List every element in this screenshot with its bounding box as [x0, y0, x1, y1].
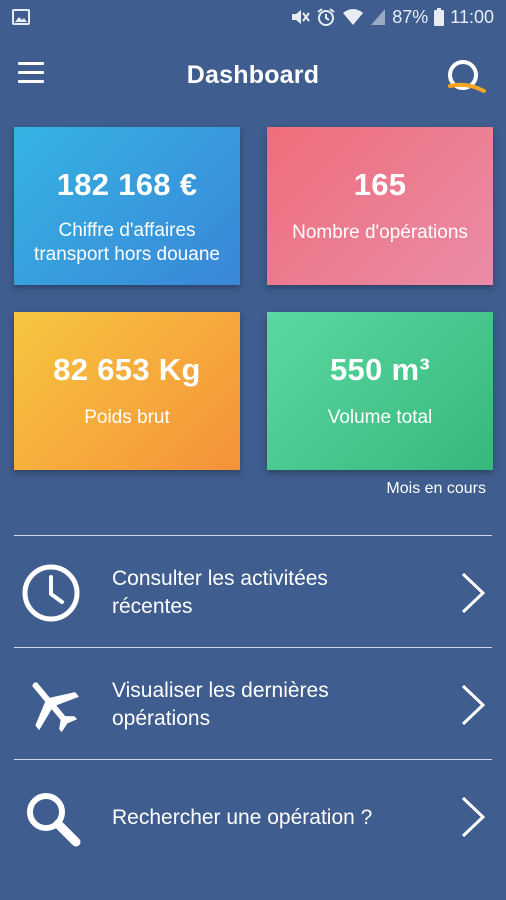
card-label: Volume total [327, 407, 433, 428]
action-label: Visualiser les dernières opérations [112, 679, 329, 730]
card-total-volume[interactable]: 550 m³ Volume total [267, 312, 493, 470]
app-logo-icon[interactable] [444, 58, 486, 94]
signal-icon [371, 9, 386, 25]
status-bar: 87% 11:00 [0, 0, 506, 34]
mute-icon [292, 10, 311, 24]
clock-icon [22, 564, 80, 622]
action-search-operation[interactable]: Rechercher une opération ? [0, 760, 506, 872]
gallery-notification-icon [12, 9, 30, 25]
app-bar: Dashboard [0, 46, 506, 104]
card-value: 165 [353, 167, 407, 202]
card-revenue[interactable]: 182 168 € Chiffre d'affaires transport h… [14, 127, 240, 285]
card-label: Poids brut [84, 407, 170, 428]
card-value: 182 168 € [56, 167, 198, 202]
action-recent-activities[interactable]: Consulter les activitées récentes [0, 536, 506, 648]
clock-time: 11:00 [450, 6, 494, 27]
period-label: Mois en cours [386, 480, 486, 497]
action-label: Rechercher une opération ? [112, 806, 373, 829]
airplane-icon [32, 682, 79, 733]
search-icon [27, 793, 81, 847]
battery-icon [434, 8, 445, 26]
action-label: Consulter les activitées récentes [112, 567, 328, 618]
card-value: 550 m³ [329, 352, 431, 387]
chevron-right-icon [461, 796, 486, 838]
menu-icon[interactable] [18, 62, 44, 86]
battery-percent: 87% [392, 6, 429, 27]
page-title: Dashboard [186, 60, 320, 89]
wifi-icon [343, 9, 364, 25]
alarm-icon [317, 8, 335, 26]
card-gross-weight[interactable]: 82 653 Kg Poids brut [14, 312, 240, 470]
action-latest-operations[interactable]: Visualiser les dernières opérations [0, 648, 506, 760]
card-operations-count[interactable]: 165 Nombre d'opérations [267, 127, 493, 285]
chevron-right-icon [461, 684, 486, 726]
chevron-right-icon [461, 572, 486, 614]
card-label: Nombre d'opérations [292, 222, 468, 243]
card-label: Chiffre d'affaires transport hors douane [34, 220, 220, 265]
card-value: 82 653 Kg [53, 352, 201, 387]
